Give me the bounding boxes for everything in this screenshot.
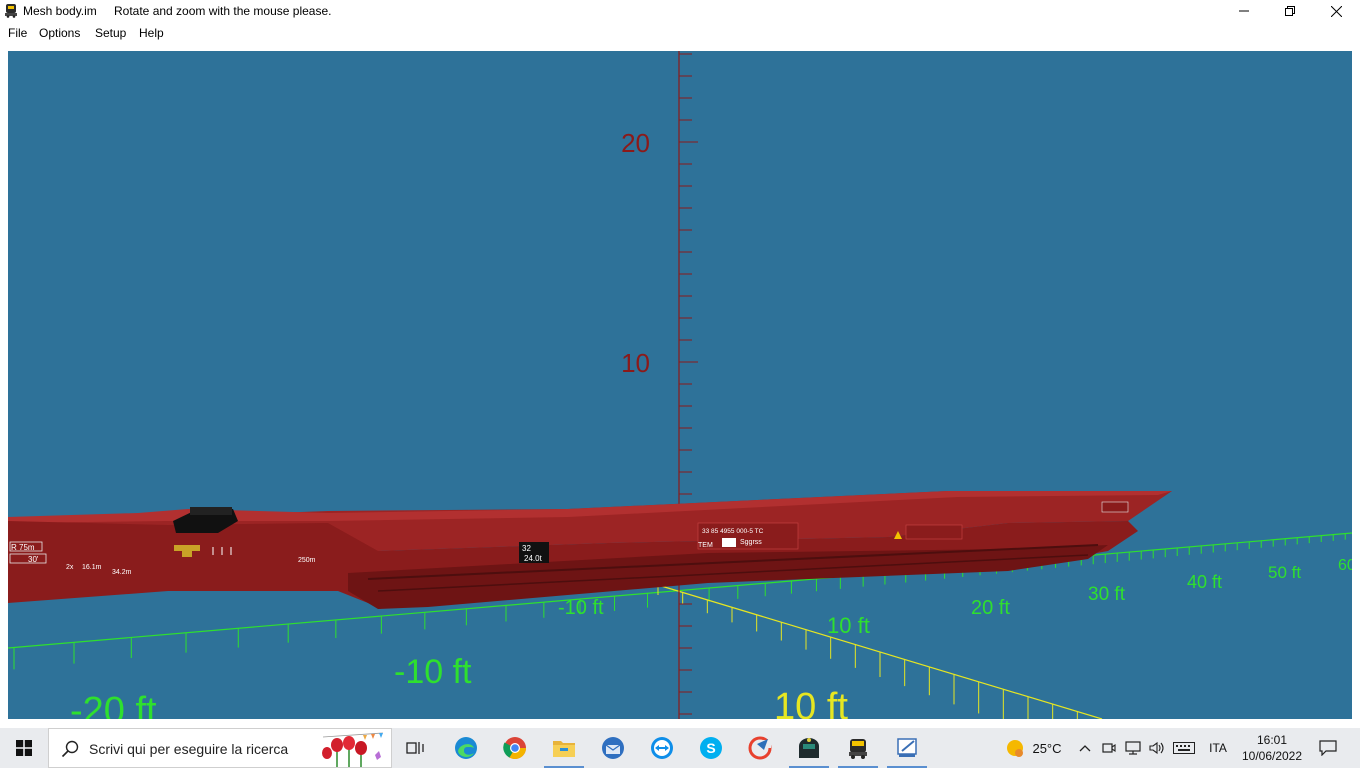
vertical-axis-label-20: 20 (621, 128, 650, 158)
marking-30: 30' (28, 555, 39, 564)
notifications-icon (1319, 740, 1337, 756)
network-button[interactable] (1122, 728, 1144, 768)
restore-button[interactable] (1267, 0, 1313, 22)
teamviewer-icon (651, 737, 673, 759)
vertical-axis-label-10: 10 (621, 348, 650, 378)
touch-keyboard-button[interactable] (1170, 728, 1198, 768)
minimize-icon (1239, 10, 1249, 12)
yellow-label-10: 10 ft (774, 686, 848, 719)
sun-icon (1007, 740, 1024, 757)
thunderbird-button[interactable] (589, 728, 637, 768)
clock-time: 16:01 (1256, 733, 1288, 747)
green-label-60: 60 (1338, 557, 1352, 574)
ccleaner-button[interactable] (736, 728, 784, 768)
camera-icon (1102, 743, 1116, 753)
show-hidden-icons-button[interactable] (1074, 728, 1096, 768)
chrome-button[interactable] (491, 728, 539, 768)
svg-text:S: S (706, 740, 715, 756)
wagon-tem: TEM (698, 542, 713, 549)
thunderbird-icon (602, 737, 624, 759)
weight-top: 32 (522, 544, 531, 553)
title-bar: Mesh body.im Rotate and zoom with the mo… (0, 0, 1360, 22)
marking-250m: 250m (298, 557, 316, 564)
minimize-button[interactable] (1221, 0, 1267, 22)
marking-34m: 34.2m (112, 569, 132, 576)
chevron-up-icon (1079, 745, 1091, 752)
meet-now-button[interactable] (1098, 728, 1120, 768)
green-label-50: 50 ft (1268, 563, 1301, 582)
marking-16m: 16.1m (82, 564, 102, 571)
language-indicator: ITA (1209, 741, 1227, 755)
marking-2x: 2x (66, 564, 74, 571)
green-label-30: 30 ft (1088, 584, 1126, 605)
wagon-number: 33 85 4955 000-5 TC (702, 528, 764, 535)
network-icon (1125, 741, 1141, 755)
keyboard-icon (1173, 742, 1195, 754)
edge-button[interactable] (442, 728, 490, 768)
close-icon (1330, 5, 1342, 17)
menu-options[interactable]: Options (39, 26, 80, 40)
menu-setup[interactable]: Setup (95, 26, 126, 40)
window-title: Mesh body.im (23, 4, 97, 18)
paint-button[interactable] (883, 728, 931, 768)
paint-icon (897, 738, 917, 757)
mesh-viewer-button[interactable] (834, 728, 882, 768)
window-hint: Rotate and zoom with the mouse please. (114, 4, 332, 18)
weather-widget[interactable]: 25°C (998, 728, 1068, 768)
skype-button[interactable]: S (687, 728, 735, 768)
green-label-40: 40 ft (1187, 572, 1222, 592)
input-language-button[interactable]: ITA (1204, 728, 1232, 768)
green-label-neg20: -20 ft (70, 690, 157, 719)
clock-date: 10/06/2022 (1241, 749, 1303, 763)
restore-icon (1285, 6, 1295, 16)
skype-icon: S (700, 737, 722, 759)
clock[interactable]: 16:01 10/06/2022 (1234, 732, 1310, 764)
green-label-10: 10 ft (827, 613, 870, 638)
green-label-neg10a: -10 ft (558, 597, 604, 619)
close-button[interactable] (1313, 0, 1359, 22)
marking-r75m: R 75m (11, 543, 35, 552)
app-icon (5, 4, 17, 18)
ccleaner-icon (748, 736, 772, 760)
start-button[interactable] (0, 728, 48, 768)
wagon-model: R 75m 30' 2x 16.1m 34.2m 250m 32 24.0t 3… (8, 491, 1172, 609)
mesh-viewer-icon (849, 739, 867, 759)
volume-button[interactable] (1146, 728, 1168, 768)
search-placeholder: Scrivi qui per eseguire la ricerca (89, 741, 289, 757)
vertical-axis: 20 10 (621, 51, 698, 719)
search-icon (61, 740, 79, 758)
weight-bottom: 24.0t (524, 554, 543, 563)
task-view-icon (406, 742, 424, 754)
task-view-button[interactable] (392, 728, 440, 768)
teamviewer-button[interactable] (638, 728, 686, 768)
menu-bar: File Options Setup Help (0, 22, 1360, 44)
3d-viewport[interactable]: 20 10 R 75m 30' 2x 16.1m 34.2m 250m 32 2… (8, 51, 1352, 719)
speaker-icon (1149, 741, 1164, 755)
tulips-icon (322, 732, 384, 767)
wagon-type: Sggrss (740, 539, 762, 546)
action-center-button[interactable] (1312, 728, 1344, 768)
yellow-axis (657, 584, 1103, 719)
trainz-button[interactable] (785, 728, 833, 768)
chrome-icon (503, 737, 526, 759)
file-explorer-icon (553, 741, 575, 757)
weather-temp: 25°C (1032, 740, 1062, 756)
windows-icon (16, 740, 32, 756)
green-label-neg10b: -10 ft (394, 653, 472, 691)
trainz-icon (799, 738, 819, 758)
search-box[interactable]: Scrivi qui per eseguire la ricerca (48, 728, 392, 768)
taskbar: Scrivi qui per eseguire la ricerca S 25°… (0, 728, 1360, 768)
green-label-20: 20 ft (971, 597, 1010, 619)
menu-help[interactable]: Help (139, 26, 164, 40)
file-explorer-button[interactable] (540, 728, 588, 768)
menu-file[interactable]: File (8, 26, 27, 40)
edge-icon (455, 737, 477, 759)
